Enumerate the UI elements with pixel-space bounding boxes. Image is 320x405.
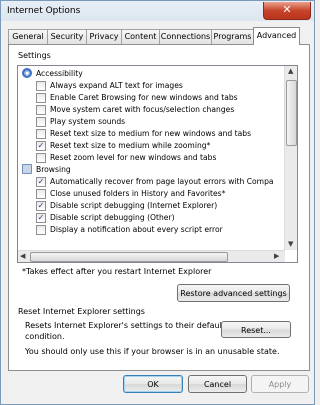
setting-label: Move system caret with focus/selection c… xyxy=(50,105,235,114)
internet-options-dialog: Internet Options ✕ General Security Priv… xyxy=(0,0,315,405)
settings-tree-list[interactable]: ◉ Accessibility Always expand ALT text f… xyxy=(17,65,298,263)
vertical-scroll-thumb[interactable] xyxy=(286,80,297,146)
settings-heading: Settings xyxy=(18,51,51,60)
tab-programs[interactable]: Programs xyxy=(211,29,254,44)
checkbox-checked[interactable]: ✓ xyxy=(36,201,46,211)
tab-privacy[interactable]: Privacy xyxy=(86,29,122,44)
setting-label: Reset zoom level for new windows and tab… xyxy=(50,153,217,162)
scroll-right-icon[interactable]: ▶ xyxy=(274,252,279,260)
checkbox-checked[interactable]: ✓ xyxy=(36,213,46,223)
scroll-left-icon[interactable]: ◀ xyxy=(20,252,25,260)
ok-button[interactable]: OK xyxy=(123,375,183,393)
browsing-icon xyxy=(22,164,32,174)
tab-general[interactable]: General xyxy=(8,29,48,44)
setting-label: Enable Caret Browsing for new windows an… xyxy=(50,93,238,102)
scroll-up-icon[interactable]: ▲ xyxy=(288,67,293,75)
checkbox[interactable] xyxy=(36,117,46,127)
setting-label: Automatically recover from page layout e… xyxy=(50,177,274,186)
setting-label: Disable script debugging (Other) xyxy=(50,213,175,222)
group-label: Accessibility xyxy=(36,69,83,78)
reset-warning: You should only use this if your browser… xyxy=(25,347,280,356)
setting-label: Reset text size to medium for new window… xyxy=(50,129,252,138)
scroll-down-icon[interactable]: ▼ xyxy=(288,240,293,248)
checkbox[interactable] xyxy=(36,189,46,199)
reset-section-heading: Reset Internet Explorer settings xyxy=(18,307,145,316)
checkbox-checked[interactable]: ✓ xyxy=(36,141,46,151)
accessibility-icon: ◉ xyxy=(22,68,32,78)
setting-label: Always expand ALT text for images xyxy=(50,81,183,90)
restore-advanced-settings-button[interactable]: Restore advanced settings xyxy=(177,284,290,302)
setting-label: Play system sounds xyxy=(50,117,126,126)
reset-description-line1: Resets Internet Explorer's settings to t… xyxy=(25,321,225,330)
setting-label: Close unused folders in History and Favo… xyxy=(50,189,226,198)
reset-description-line2: condition. xyxy=(25,332,65,341)
horizontal-scroll-thumb[interactable] xyxy=(30,252,228,262)
checkbox[interactable] xyxy=(36,81,46,91)
tab-advanced[interactable]: Advanced xyxy=(253,27,300,45)
reset-button[interactable]: Reset... xyxy=(221,321,291,338)
horizontal-scrollbar[interactable]: ◀ ▶ xyxy=(18,250,285,262)
setting-label: Display a notification about every scrip… xyxy=(50,225,223,234)
group-label: Browsing xyxy=(36,165,71,174)
restart-footnote: *Takes effect after you restart Internet… xyxy=(22,267,212,276)
cancel-button[interactable]: Cancel xyxy=(188,375,247,393)
checkbox[interactable] xyxy=(36,225,46,235)
checkbox[interactable] xyxy=(36,153,46,163)
close-icon: ✕ xyxy=(282,3,292,16)
close-button[interactable]: ✕ xyxy=(263,2,311,20)
tab-content[interactable]: Content xyxy=(121,29,160,44)
checkbox-checked[interactable]: ✓ xyxy=(36,177,46,187)
setting-label: Disable script debugging (Internet Explo… xyxy=(50,201,218,210)
advanced-tab-panel: Settings ◉ Accessibility Always expand A… xyxy=(8,44,310,371)
checkbox[interactable] xyxy=(36,129,46,139)
setting-label: Reset text size to medium while zooming* xyxy=(50,141,211,150)
checkbox[interactable] xyxy=(36,105,46,115)
checkbox[interactable] xyxy=(36,93,46,103)
vertical-scrollbar[interactable]: ▲ ▼ xyxy=(284,66,297,250)
tab-connections[interactable]: Connections xyxy=(159,29,212,44)
tab-security[interactable]: Security xyxy=(47,29,87,44)
apply-button[interactable]: Apply xyxy=(251,375,309,393)
window-title: Internet Options xyxy=(7,6,81,16)
